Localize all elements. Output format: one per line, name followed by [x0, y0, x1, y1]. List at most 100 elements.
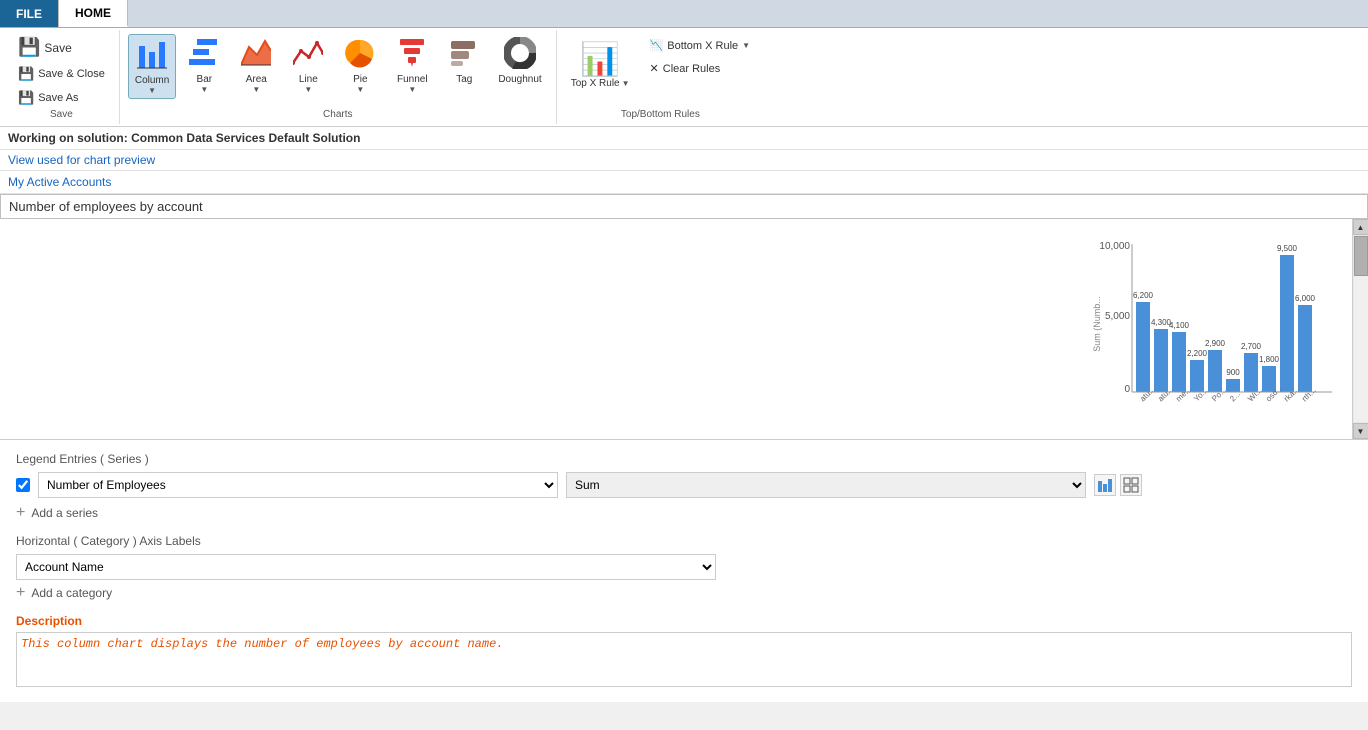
bottom-x-rule-icon: 📉	[650, 39, 664, 52]
category-axis-label: Horizontal ( Category ) Axis Labels	[16, 534, 1352, 548]
clear-rules-icon: ✕	[650, 62, 659, 75]
save-close-button[interactable]: 💾 Save & Close	[12, 63, 111, 85]
clear-rules-button[interactable]: ✕ Clear Rules	[644, 59, 757, 78]
svg-text:900: 900	[1226, 368, 1240, 377]
series-bar-chart-icon-btn[interactable]	[1094, 474, 1116, 496]
area-dropdown-arrow: ▼	[252, 85, 260, 94]
description-label: Description	[16, 614, 1352, 628]
chart-type-tag-button[interactable]: Tag	[440, 34, 488, 88]
description-textarea[interactable]: This column chart displays the number of…	[16, 632, 1352, 687]
chart-preview: 10,000 5,000 0 Sum (Numb... 6,200 4,300 …	[0, 219, 1352, 439]
svg-text:2,700: 2,700	[1241, 342, 1262, 351]
doughnut-label: Doughnut	[498, 74, 541, 85]
bottom-x-dropdown: ▼	[742, 41, 750, 50]
column-label: Column	[135, 75, 169, 86]
ribbon: 💾 Save 💾 Save & Close 💾 Save As Save	[0, 28, 1368, 127]
svg-text:6,000: 6,000	[1295, 294, 1316, 303]
chart-type-line-button[interactable]: Line ▼	[284, 34, 332, 97]
series-field-select[interactable]: Number of Employees	[38, 472, 558, 498]
series-agg-select[interactable]: Sum	[566, 472, 1086, 498]
funnel-dropdown-arrow: ▼	[408, 85, 416, 94]
svg-text:4,100: 4,100	[1169, 321, 1190, 330]
save-label: Save	[44, 41, 71, 55]
pie-dropdown-arrow: ▼	[356, 85, 364, 94]
scroll-track[interactable]	[1354, 236, 1368, 422]
solution-text: Working on solution: Common Data Service…	[8, 131, 360, 145]
save-as-button[interactable]: 💾 Save As	[12, 87, 111, 109]
save-button[interactable]: 💾 Save	[12, 34, 111, 61]
svg-text:2,900: 2,900	[1205, 339, 1226, 348]
clear-rules-label: Clear Rules	[663, 63, 720, 75]
svg-text:Sum (Numb...: Sum (Numb...	[1092, 296, 1102, 352]
main-content: 10,000 5,000 0 Sum (Numb... 6,200 4,300 …	[0, 219, 1368, 439]
chart-type-doughnut-button[interactable]: Doughnut	[492, 34, 547, 88]
svg-text:5,000: 5,000	[1105, 311, 1130, 322]
save-group-label: Save	[12, 109, 111, 120]
view-text: View used for chart preview	[8, 153, 155, 167]
doughnut-chart-icon	[504, 37, 536, 74]
scroll-thumb[interactable]	[1354, 236, 1368, 276]
chart-type-pie-button[interactable]: Pie ▼	[336, 34, 384, 97]
svg-text:1,800: 1,800	[1259, 355, 1280, 364]
charts-group: Column ▼ Bar ▼	[120, 30, 557, 124]
chart-scrollbar: ▲ ▼	[1352, 219, 1368, 439]
tab-home[interactable]: HOME	[59, 0, 128, 27]
top-x-rule-button[interactable]: 📊 Top X Rule ▼	[565, 34, 636, 94]
column-chart-icon	[137, 38, 167, 75]
line-label: Line	[299, 74, 318, 85]
legend-entries-label: Legend Entries ( Series )	[16, 452, 1352, 466]
active-accounts-text: My Active Accounts	[8, 175, 111, 189]
charts-group-label: Charts	[323, 109, 352, 120]
svg-text:2,200: 2,200	[1187, 349, 1208, 358]
series-controls	[1094, 474, 1142, 496]
svg-text:10,000: 10,000	[1099, 241, 1130, 252]
category-field-select[interactable]: Account Name	[16, 554, 716, 580]
series-grid-icon-btn[interactable]	[1120, 474, 1142, 496]
chart-title-text: Number of employees by account	[9, 199, 203, 214]
chart-type-funnel-button[interactable]: Funnel ▼	[388, 34, 436, 97]
active-accounts-bar[interactable]: My Active Accounts	[0, 171, 1368, 194]
save-close-label: Save & Close	[38, 68, 105, 80]
chart-title-bar: Number of employees by account	[0, 194, 1368, 219]
tab-file[interactable]: FILE	[0, 0, 59, 27]
top-x-rule-label: Top X Rule ▼	[571, 78, 630, 89]
save-close-icon: 💾	[18, 66, 34, 82]
save-group: 💾 Save 💾 Save & Close 💾 Save As Save	[4, 30, 120, 124]
save-as-icon: 💾	[18, 90, 34, 106]
bar-label: Bar	[197, 74, 213, 85]
area-label: Area	[246, 74, 267, 85]
tag-label: Tag	[456, 74, 472, 85]
svg-text:0: 0	[1124, 384, 1130, 395]
scroll-up-button[interactable]: ▲	[1353, 219, 1368, 235]
save-as-label: Save As	[38, 92, 78, 104]
line-chart-icon	[293, 37, 323, 74]
add-category-plus-icon: +	[16, 584, 25, 602]
svg-text:6,200: 6,200	[1133, 291, 1154, 300]
bar-chart-svg: 10,000 5,000 0 Sum (Numb... 6,200 4,300 …	[1092, 234, 1352, 424]
funnel-chart-icon	[397, 37, 427, 74]
scroll-down-button[interactable]: ▼	[1353, 423, 1368, 439]
view-bar[interactable]: View used for chart preview	[0, 150, 1368, 171]
bottom-panel: Legend Entries ( Series ) Number of Empl…	[0, 439, 1368, 702]
area-chart-icon	[241, 37, 271, 74]
chart-type-column-button[interactable]: Column ▼	[128, 34, 176, 99]
chart-type-area-button[interactable]: Area ▼	[232, 34, 280, 97]
pie-chart-icon	[345, 37, 375, 74]
top-x-rule-icon: 📊	[580, 40, 620, 78]
tab-bar: FILE HOME	[0, 0, 1368, 28]
series-checkbox[interactable]	[16, 478, 30, 492]
pie-label: Pie	[353, 74, 367, 85]
bar-chart-icon	[189, 37, 219, 74]
bottom-x-rule-label: Bottom X Rule	[667, 40, 738, 52]
chart-type-bar-button[interactable]: Bar ▼	[180, 34, 228, 97]
add-series-label: Add a series	[31, 506, 98, 520]
add-series-row[interactable]: + Add a series	[16, 504, 1352, 522]
save-icon: 💾	[18, 37, 40, 58]
topbottom-group-label: Top/Bottom Rules	[565, 109, 756, 120]
bar-dropdown-arrow: ▼	[200, 85, 208, 94]
bottom-x-rule-button[interactable]: 📉 Bottom X Rule ▼	[644, 36, 757, 55]
svg-text:9,500: 9,500	[1277, 244, 1298, 253]
series-row: Number of Employees Sum	[16, 472, 1352, 498]
add-category-label: Add a category	[31, 586, 112, 600]
add-category-row[interactable]: + Add a category	[16, 584, 1352, 602]
